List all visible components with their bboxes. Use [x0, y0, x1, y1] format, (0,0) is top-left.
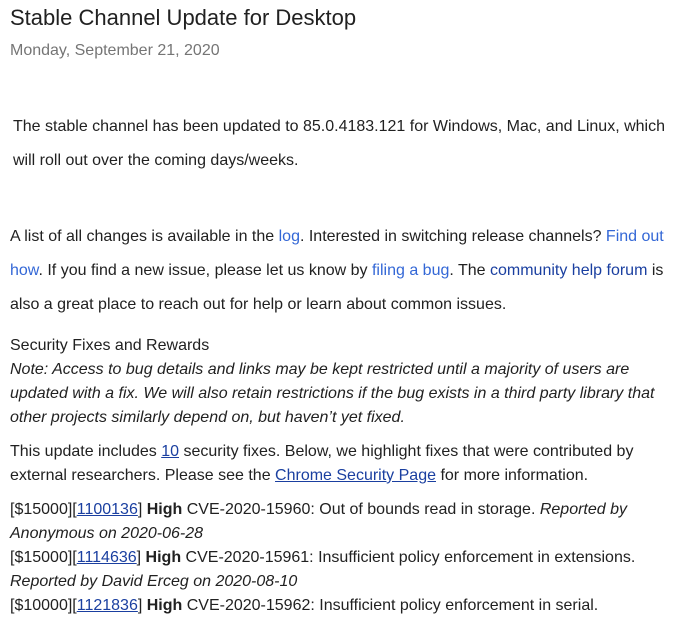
- fix-reward: [$15000][: [10, 501, 77, 518]
- fix-reward: [$10000][: [10, 597, 77, 614]
- fix-severity: High: [146, 597, 183, 614]
- community-help-forum-link[interactable]: community help forum: [490, 262, 647, 279]
- includes-text-1: This update includes: [10, 443, 162, 460]
- changes-text-2: . Interested in switching release channe…: [299, 228, 606, 245]
- post-date: Monday, September 21, 2020: [10, 42, 220, 59]
- fix-severity: High: [145, 549, 182, 566]
- changes-text-1: A list of all changes is available in th…: [10, 228, 279, 245]
- fix-bracket: ]: [137, 501, 147, 518]
- chrome-security-page-link[interactable]: Chrome Security Page: [275, 467, 436, 484]
- security-note: Note: Access to bug details and links ma…: [10, 358, 675, 430]
- security-note-text: Note: Access to bug details and links ma…: [10, 361, 655, 426]
- security-heading: Security Fixes and Rewards: [10, 337, 210, 354]
- intro-paragraph: The stable channel has been updated to 8…: [13, 118, 665, 169]
- fix-description: CVE-2020-15962: Insufficient policy enfo…: [182, 597, 599, 614]
- fix-bug-link[interactable]: 1100136: [77, 501, 138, 518]
- fix-bracket: ]: [137, 597, 147, 614]
- fix-bug-link[interactable]: 1114636: [77, 549, 137, 566]
- includes-paragraph: This update includes 10 security fixes. …: [10, 440, 675, 488]
- fix-bracket: ]: [136, 549, 146, 566]
- fix-item: [$15000][1100136] High CVE-2020-15960: O…: [10, 498, 675, 546]
- changes-text-3: . If you find a new issue, please let us…: [38, 262, 372, 279]
- fix-description: CVE-2020-15961: Insufficient policy enfo…: [181, 549, 636, 566]
- filing-a-bug-link[interactable]: filing a bug: [372, 262, 449, 279]
- includes-text-3: for more information.: [436, 467, 589, 484]
- fix-item: [$15000][1114636] High CVE-2020-15961: I…: [10, 546, 675, 594]
- fix-bug-link[interactable]: 1121836: [77, 597, 138, 614]
- changes-text-4: . The: [449, 262, 490, 279]
- post-title: Stable Channel Update for Desktop: [10, 5, 357, 30]
- fix-description: CVE-2020-15960: Out of bounds read in st…: [182, 501, 540, 518]
- fix-reward: [$15000][: [10, 549, 77, 566]
- fix-item: [$10000][1121836] High CVE-2020-15962: I…: [10, 594, 675, 618]
- log-link[interactable]: log: [279, 228, 300, 245]
- blog-post: Stable Channel Update for Desktop Monday…: [10, 0, 675, 618]
- fix-reporter: Reported by David Erceg on 2020-08-10: [10, 573, 298, 590]
- fix-list: [$15000][1100136] High CVE-2020-15960: O…: [10, 498, 675, 618]
- fix-count-link[interactable]: 10: [161, 443, 179, 460]
- changes-paragraph: A list of all changes is available in th…: [10, 220, 675, 322]
- fix-severity: High: [146, 501, 183, 518]
